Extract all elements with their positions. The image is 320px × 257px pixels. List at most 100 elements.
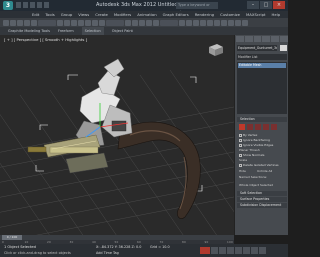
app-logo-icon[interactable]: 3 bbox=[3, 1, 13, 10]
rollout-subdivision-displacement[interactable]: Subdivision Displacement bbox=[237, 203, 287, 208]
y-coordinate[interactable]: Y: 36.228 bbox=[115, 245, 131, 249]
rendered-frame-icon[interactable] bbox=[235, 19, 241, 26]
angle-snap-icon[interactable] bbox=[139, 19, 145, 26]
cable-mesh[interactable] bbox=[117, 121, 201, 219]
undo-icon[interactable] bbox=[37, 2, 42, 8]
hide-button[interactable]: Hide bbox=[239, 169, 246, 173]
menu-item-edit[interactable]: Edit bbox=[32, 11, 39, 18]
tab-graphite-modeling-tools[interactable]: Graphite Modeling Tools bbox=[8, 27, 50, 35]
polygon-icon[interactable] bbox=[263, 124, 269, 130]
pivot-icon[interactable] bbox=[125, 19, 131, 26]
rollout-soft-selection[interactable]: Soft Selection bbox=[237, 191, 287, 196]
spinner-snap-icon[interactable] bbox=[153, 19, 159, 26]
region-select-icon[interactable] bbox=[71, 19, 77, 26]
tab-freeform[interactable]: Freeform bbox=[58, 27, 74, 35]
show-normals-checkbox[interactable]: Show Normals bbox=[239, 153, 264, 157]
maximize-icon[interactable]: □ bbox=[260, 1, 272, 9]
menu-item-views[interactable]: Views bbox=[78, 11, 89, 18]
add-time-tag-button[interactable]: Add Time Tag bbox=[96, 251, 119, 255]
scale-icon[interactable] bbox=[99, 19, 105, 26]
percent-snap-icon[interactable] bbox=[146, 19, 152, 26]
bind-icon[interactable] bbox=[31, 19, 37, 26]
modifier-list-dropdown[interactable]: Modifier List bbox=[237, 54, 287, 60]
by-vertex-checkbox[interactable]: By Vertex bbox=[239, 133, 257, 137]
tab-utilities[interactable] bbox=[280, 36, 288, 42]
tab-create[interactable] bbox=[236, 36, 244, 42]
viewport-label[interactable]: [ + ] [ Perspective ] [ Smooth + Highlig… bbox=[4, 37, 87, 42]
element-icon[interactable] bbox=[271, 124, 277, 130]
perspective-viewport[interactable]: [ + ] [ Perspective ] [ Smooth + Highlig… bbox=[0, 35, 234, 235]
rollout-surface-properties[interactable]: Surface Properties bbox=[237, 197, 287, 202]
go-to-end-icon[interactable] bbox=[243, 247, 250, 254]
tab-object-paint[interactable]: Object Paint bbox=[112, 27, 133, 35]
prev-frame-icon[interactable] bbox=[219, 247, 226, 254]
menu-item-tools[interactable]: Tools bbox=[45, 11, 54, 18]
search-input[interactable]: Type a keyword or phrase bbox=[176, 2, 218, 14]
modifier-stack[interactable]: Editable Mesh bbox=[237, 62, 287, 114]
redo-icon[interactable] bbox=[44, 2, 49, 8]
layer-manager-icon[interactable] bbox=[193, 19, 199, 26]
move-icon[interactable] bbox=[85, 19, 91, 26]
snap-icon[interactable] bbox=[132, 19, 138, 26]
selection-filter-dropdown[interactable] bbox=[38, 19, 56, 26]
tab-hierarchy[interactable] bbox=[253, 36, 262, 42]
auto-key-button[interactable] bbox=[200, 247, 210, 254]
tab-modify[interactable] bbox=[244, 36, 253, 42]
material-editor-icon[interactable] bbox=[221, 19, 227, 26]
menu-item-animation[interactable]: Animation bbox=[137, 11, 156, 18]
unlink-icon[interactable] bbox=[24, 19, 30, 26]
menu-item-customize[interactable]: Customize bbox=[220, 11, 240, 18]
window-crossing-icon[interactable] bbox=[78, 19, 84, 26]
next-frame-icon[interactable] bbox=[235, 247, 242, 254]
align-icon[interactable] bbox=[186, 19, 192, 26]
menu-item-rendering[interactable]: Rendering bbox=[195, 11, 214, 18]
menu-item-create[interactable]: Create bbox=[95, 11, 108, 18]
save-file-icon[interactable] bbox=[30, 2, 35, 8]
tab-motion[interactable] bbox=[262, 36, 271, 42]
open-file-icon[interactable] bbox=[23, 2, 28, 8]
zoom-extents-icon[interactable] bbox=[251, 247, 258, 254]
schematic-view-icon[interactable] bbox=[214, 19, 220, 26]
minimize-icon[interactable]: – bbox=[247, 1, 259, 9]
menu-item-graph-editors[interactable]: Graph Editors bbox=[163, 11, 189, 18]
menu-item-group[interactable]: Group bbox=[61, 11, 73, 18]
turret-mesh[interactable] bbox=[75, 58, 133, 148]
edge-icon[interactable] bbox=[247, 124, 253, 130]
rotate-icon[interactable] bbox=[92, 19, 98, 26]
object-name-field[interactable]: Equipment_Gunturret_3ds1 bbox=[237, 45, 277, 51]
close-icon[interactable]: × bbox=[273, 1, 285, 9]
z-coordinate[interactable]: Z: 0.0 bbox=[132, 245, 142, 249]
orbit-icon[interactable] bbox=[259, 247, 266, 254]
play-icon[interactable] bbox=[227, 247, 234, 254]
undo-tool-icon[interactable] bbox=[3, 19, 9, 26]
ignore-visible-edges-checkbox[interactable]: Ignore Visible Edges bbox=[239, 143, 273, 147]
render-setup-icon[interactable] bbox=[228, 19, 234, 26]
new-file-icon[interactable] bbox=[16, 2, 21, 8]
scene-canvas[interactable] bbox=[0, 35, 234, 235]
menu-item-modifiers[interactable]: Modifiers bbox=[114, 11, 131, 18]
stack-item-editable-mesh[interactable]: Editable Mesh bbox=[238, 63, 286, 68]
curve-editor-icon[interactable] bbox=[207, 19, 213, 26]
rollout-selection[interactable]: Selection bbox=[237, 117, 287, 122]
ignore-backfacing-checkbox[interactable]: Ignore Backfacing bbox=[239, 138, 270, 142]
go-to-start-icon[interactable] bbox=[211, 247, 218, 254]
tab-selection[interactable]: Selection bbox=[81, 27, 104, 35]
viewcube-icon[interactable] bbox=[205, 43, 225, 57]
delete-isolated-checkbox[interactable]: Delete Isolated Vertices bbox=[239, 163, 279, 167]
face-icon[interactable] bbox=[255, 124, 261, 130]
vertex-icon[interactable] bbox=[239, 124, 245, 130]
redo-tool-icon[interactable] bbox=[10, 19, 16, 26]
menu-item-help[interactable]: Help bbox=[272, 11, 281, 18]
graphite-toggle-icon[interactable] bbox=[200, 19, 206, 26]
link-icon[interactable] bbox=[17, 19, 23, 26]
mirror-icon[interactable] bbox=[179, 19, 185, 26]
select-object-icon[interactable] bbox=[57, 19, 63, 26]
tab-display[interactable] bbox=[271, 36, 280, 42]
named-selection-dropdown[interactable] bbox=[160, 19, 178, 26]
x-coordinate[interactable]: X: -84.372 bbox=[96, 245, 114, 249]
menu-item-maxscript[interactable]: MAXScript bbox=[246, 11, 266, 18]
unhide-all-button[interactable]: Unhide All bbox=[257, 169, 272, 173]
reference-coord-dropdown[interactable] bbox=[106, 19, 124, 26]
render-icon[interactable] bbox=[242, 19, 248, 26]
object-color-swatch[interactable] bbox=[280, 45, 287, 51]
